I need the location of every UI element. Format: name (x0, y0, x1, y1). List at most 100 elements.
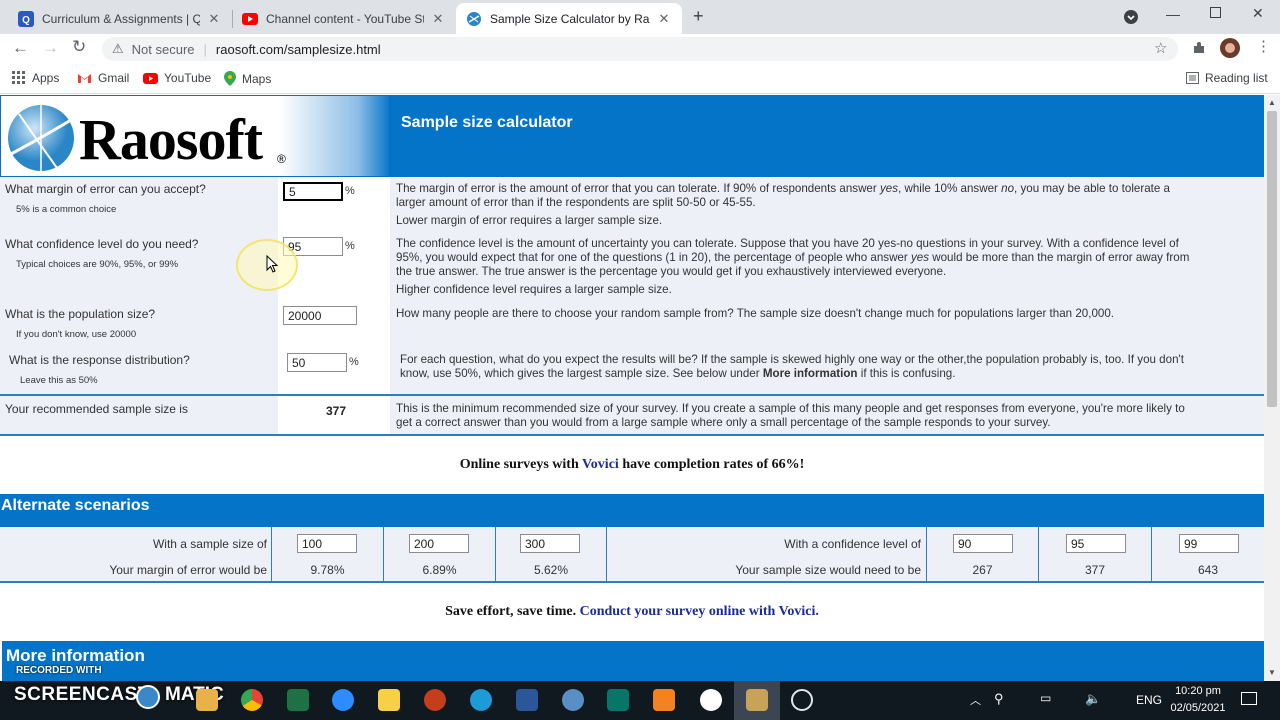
youtube-icon (242, 11, 258, 27)
apps-grid-icon (12, 71, 26, 85)
alt-sample-size-input-1[interactable] (297, 534, 357, 553)
scrollbar-thumb[interactable] (1267, 111, 1277, 407)
language-indicator[interactable]: ENG (1136, 693, 1162, 707)
page-scrollbar[interactable]: ▲ ▼ (1264, 95, 1280, 681)
close-tab-icon[interactable]: ✕ (206, 11, 222, 27)
forward-icon[interactable]: → (42, 38, 59, 58)
desc-text: This is the minimum recommended size of … (396, 402, 1185, 415)
header-banner (390, 95, 1264, 177)
back-icon[interactable]: ← (12, 38, 29, 58)
bookmarks-bar: Apps Gmail YouTube Maps Reading list (0, 64, 1280, 94)
confidence-description: The confidence level is the amount of un… (396, 237, 1260, 279)
vovici-link[interactable]: Vovici (582, 457, 619, 472)
watermark-screencast: SCREENCAST (14, 684, 150, 705)
tab-title: Sample Size Calculator by Raoso (490, 11, 650, 26)
tab-search-icon[interactable] (1123, 9, 1139, 30)
desc-text: if this is confusing. (857, 367, 956, 380)
minimize-button[interactable]: — (1166, 6, 1180, 22)
desc-text: For each question, what do you expect th… (400, 353, 1184, 366)
response-distribution-input[interactable] (287, 353, 347, 372)
volume-icon[interactable]: 🔈 (1085, 691, 1101, 707)
vovici-conduct-link[interactable]: Conduct your survey online with Vovici. (580, 604, 819, 619)
tab-raosoft[interactable]: Sample Size Calculator by Raoso ✕ (456, 3, 682, 34)
sticky-notes-icon[interactable] (378, 689, 400, 711)
distribution-description: For each question, what do you expect th… (400, 353, 1260, 381)
recommended-sample-size: 377 (326, 404, 347, 418)
percent-label: % (345, 240, 355, 252)
notes-app-icon[interactable] (746, 689, 768, 711)
new-tab-button[interactable]: + (693, 6, 704, 27)
clock-time[interactable]: 10:20 pm (1168, 685, 1228, 697)
bookmark-apps[interactable]: Apps (12, 71, 59, 85)
more-information-header: More information (2, 641, 1264, 681)
confidence-hint: Typical choices are 90%, 95%, or 99% (16, 259, 179, 270)
registered-mark: ® (277, 152, 286, 166)
desc-text: yes (910, 251, 930, 264)
publisher-icon[interactable] (607, 689, 629, 711)
close-tab-icon[interactable]: ✕ (656, 11, 672, 27)
zoom-icon[interactable] (332, 689, 354, 711)
alt-confidence-input-3[interactable] (1179, 534, 1239, 553)
tray-chevron-icon[interactable]: ︿ (970, 692, 981, 708)
population-size-input[interactable] (283, 306, 357, 325)
scroll-down-icon[interactable]: ▼ (1268, 668, 1276, 677)
scroll-up-icon[interactable]: ▲ (1268, 98, 1276, 107)
powerpoint-icon[interactable] (424, 689, 446, 711)
alt-margin-value: 6.89% (422, 563, 457, 577)
tab-title: Curriculum & Assignments | Qui (42, 11, 200, 26)
alt-sample-size-input-3[interactable] (520, 534, 580, 553)
bookmark-label: YouTube (164, 71, 212, 85)
promo-text: Save effort, save time. (445, 604, 580, 619)
bookmark-gmail[interactable]: Gmail (77, 71, 129, 85)
avast-icon[interactable] (653, 689, 675, 711)
alt-confidence-input-1[interactable] (953, 534, 1013, 553)
promo-text: have completion rates of 66%! (618, 457, 805, 472)
file-explorer-icon[interactable] (196, 689, 218, 711)
desc-text: , while 10% answer (898, 182, 1002, 195)
chrome-profile-icon[interactable] (700, 689, 722, 711)
confidence-question: What confidence level do you need? (5, 237, 199, 251)
margin-result-label: Your margin of error would be (109, 563, 267, 577)
page-viewport: Raosoft ® Sample size calculator What ma… (0, 95, 1264, 681)
desc-text: know, use 50%, which gives the largest s… (400, 367, 763, 380)
screencast-taskbar-icon[interactable] (791, 689, 813, 711)
bookmark-maps[interactable]: Maps (224, 71, 271, 86)
alternate-scenarios-header: Alternate scenarios (0, 494, 1264, 527)
close-tab-icon[interactable]: ✕ (430, 11, 446, 27)
reload-icon[interactable]: ↻ (72, 37, 86, 57)
menu-icon[interactable]: ⋮ (1256, 37, 1271, 55)
notifications-icon[interactable] (1241, 692, 1257, 705)
control-panel-icon[interactable] (562, 689, 584, 711)
alt-confidence-input-2[interactable] (1066, 534, 1126, 553)
divider-line (0, 434, 1264, 436)
margin-of-error-input[interactable] (283, 182, 343, 201)
avatar[interactable] (1220, 38, 1240, 58)
raosoft-icon (466, 11, 482, 27)
desc-text: 95%, you would expect that for one of th… (396, 251, 911, 264)
tab-quizizz[interactable]: Q Curriculum & Assignments | Qui ✕ (8, 3, 232, 34)
extensions-icon[interactable] (1192, 41, 1206, 60)
raosoft-globe-icon (7, 104, 75, 177)
edge-icon[interactable] (470, 689, 492, 711)
reading-list-button[interactable]: Reading list (1186, 71, 1268, 85)
alt-sample-size-input-2[interactable] (409, 534, 469, 553)
address-bar[interactable]: ⚠ Not secure | raosoft.com/samplesize.ht… (102, 37, 1178, 61)
alt-sample-size-value: 377 (1084, 563, 1106, 577)
tab-youtube-studio[interactable]: Channel content - YouTube Stud ✕ (232, 3, 456, 34)
url-text[interactable]: raosoft.com/samplesize.html (216, 42, 381, 57)
bookmark-star-icon[interactable]: ☆ (1154, 39, 1167, 57)
desc-text: , you may be able to tolerate a (1014, 182, 1170, 195)
word-icon[interactable] (516, 689, 538, 711)
confidence-note: Higher confidence level requires a large… (396, 283, 672, 296)
clock-date[interactable]: 02/05/2021 (1166, 702, 1230, 714)
chrome-icon[interactable] (241, 689, 263, 711)
bookmark-youtube[interactable]: YouTube (143, 71, 211, 85)
more-information-link[interactable]: More information (763, 367, 858, 380)
reading-list-icon (1186, 72, 1199, 84)
close-window-button[interactable]: ✕ (1252, 5, 1264, 22)
maximize-button[interactable] (1210, 7, 1221, 18)
desc-text: The confidence level is the amount of un… (396, 237, 1179, 250)
distribution-question: What is the response distribution? (9, 353, 190, 367)
excel-icon[interactable] (287, 689, 309, 711)
sample-size-result-label: Your sample size would need to be (735, 563, 921, 577)
